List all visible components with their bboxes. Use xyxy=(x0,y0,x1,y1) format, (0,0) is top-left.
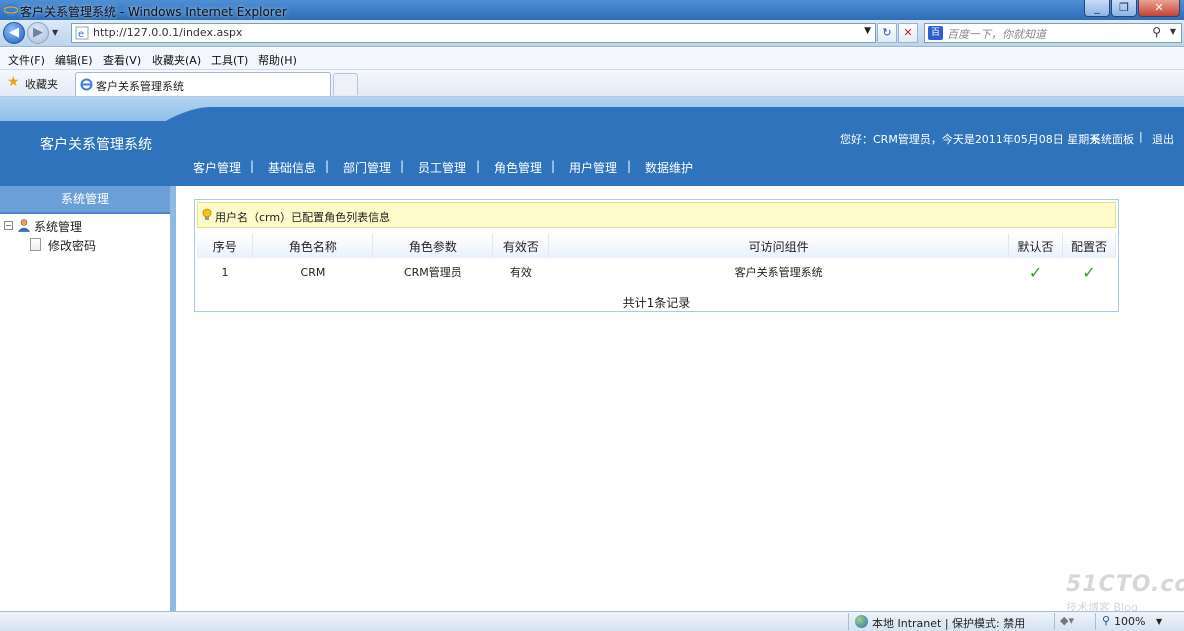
restore-button[interactable]: ❐ xyxy=(1111,0,1137,17)
ie-tab-icon xyxy=(80,78,93,91)
lightbulb-icon xyxy=(202,208,212,220)
menu-view[interactable]: 查看(V) xyxy=(103,52,141,68)
zoom-icon[interactable]: ⚲ xyxy=(1102,614,1110,627)
back-button[interactable]: ◀ xyxy=(3,22,25,44)
baidu-icon: 百 xyxy=(928,26,943,40)
menu-edit[interactable]: 编辑(E) xyxy=(55,52,93,68)
table-header-row: 序号 角色名称 角色参数 有效否 可访问组件 默认否 配置否 xyxy=(197,234,1116,258)
cell-valid: 有效 xyxy=(509,266,532,279)
col-role-param: 角色参数 xyxy=(372,234,494,258)
svg-text:e: e xyxy=(78,29,84,40)
nav-separator: | xyxy=(325,159,330,173)
refresh-button[interactable]: ↻ xyxy=(877,23,897,43)
favorites-button[interactable]: 收藏夹 xyxy=(25,76,58,92)
url-text[interactable]: http://127.0.0.1/index.aspx xyxy=(93,26,242,39)
panel-header: 用户名（crm）已配置角色列表信息 xyxy=(197,202,1116,228)
favorites-star-icon[interactable]: ★ xyxy=(7,74,20,90)
ie-logo-icon xyxy=(4,3,18,17)
new-tab-button[interactable] xyxy=(333,73,358,95)
panel-title: 用户名（crm）已配置角色列表信息 xyxy=(215,211,391,224)
cell-role-name: CRM xyxy=(300,265,326,279)
status-separator xyxy=(1054,613,1055,630)
user-greeting: 您好：CRM管理员，今天是2011年05月08日 星期天 xyxy=(840,133,1101,146)
menu-tools[interactable]: 工具(T) xyxy=(211,52,248,68)
search-input[interactable]: 百度一下，你就知道 xyxy=(947,26,1046,42)
search-box[interactable]: 百 百度一下，你就知道 ⚲ ▼ xyxy=(924,23,1182,43)
intranet-globe-icon xyxy=(855,615,868,628)
col-components: 可访问组件 xyxy=(548,234,1010,258)
menu-bar: 文件(F) 编辑(E) 查看(V) 收藏夹(A) 工具(T) 帮助(H) xyxy=(0,48,1184,70)
logout-link[interactable]: 退出 xyxy=(1152,131,1174,147)
col-index: 序号 xyxy=(197,234,254,258)
cell-components: 客户关系管理系统 xyxy=(734,266,823,279)
nav-department-management[interactable]: 部门管理 xyxy=(343,159,391,176)
user-icon xyxy=(17,219,31,232)
cell-default: ✓ xyxy=(1009,258,1063,286)
minimize-button[interactable]: _ xyxy=(1084,0,1110,17)
sidebar-collapse-handle-icon[interactable]: ◀ xyxy=(176,390,182,404)
menu-favorites[interactable]: 收藏夹(A) xyxy=(152,52,201,68)
nav-customer-management[interactable]: 客户管理 xyxy=(193,159,241,176)
nav-employee-management[interactable]: 员工管理 xyxy=(418,159,466,176)
nav-data-maintenance[interactable]: 数据维护 xyxy=(645,159,693,176)
col-default: 默认否 xyxy=(1008,234,1063,258)
app-header: 客户关系管理系统 您好：CRM管理员，今天是2011年05月08日 星期天 系统… xyxy=(0,97,1184,186)
nav-separator: | xyxy=(476,159,481,173)
search-icon[interactable]: ⚲ xyxy=(1152,25,1161,39)
header-separator: | xyxy=(1139,130,1143,143)
window-controls: _ ❐ ✕ xyxy=(1084,0,1180,17)
app-title: 客户关系管理系统 xyxy=(40,137,152,153)
role-list-panel: 用户名（crm）已配置角色列表信息 序号 角色名称 角色参数 有效否 可访问组件… xyxy=(194,199,1119,312)
address-bar[interactable]: e http://127.0.0.1/index.aspx ▼ xyxy=(71,23,876,43)
nav-separator: | xyxy=(551,159,556,173)
favorites-bar: ★ 收藏夹 客户关系管理系统 xyxy=(0,70,1184,97)
stop-button[interactable]: ✕ xyxy=(898,23,918,43)
watermark-logo: 51CTO.com xyxy=(1066,572,1184,597)
status-separator xyxy=(848,613,849,630)
window-titlebar: 客户关系管理系统 - Windows Internet Explorer _ ❐… xyxy=(0,0,1184,20)
address-dropdown-icon[interactable]: ▼ xyxy=(864,26,871,36)
close-button[interactable]: ✕ xyxy=(1138,0,1180,17)
sidebar: 系统管理 − 系统管理 修改密码 xyxy=(0,186,176,611)
nav-role-management[interactable]: 角色管理 xyxy=(494,159,542,176)
nav-separator: | xyxy=(250,159,255,173)
col-configured: 配置否 xyxy=(1062,234,1116,258)
forward-button[interactable]: ▶ xyxy=(27,22,49,44)
window-title: 客户关系管理系统 - Windows Internet Explorer xyxy=(20,5,287,19)
sidebar-title: 系统管理 xyxy=(0,186,170,214)
nav-user-management[interactable]: 用户管理 xyxy=(569,159,617,176)
security-zone[interactable]: 本地 Intranet | 保护模式: 禁用 xyxy=(872,615,1025,631)
zoom-level[interactable]: 100% xyxy=(1114,615,1145,628)
check-icon: ✓ xyxy=(1082,262,1096,282)
col-role-name: 角色名称 xyxy=(252,234,374,258)
search-dropdown-icon[interactable]: ▼ xyxy=(1170,27,1176,36)
tree-label-system-management[interactable]: 系统管理 xyxy=(34,218,82,235)
nav-separator: | xyxy=(627,159,632,173)
tree-label-change-password[interactable]: 修改密码 xyxy=(48,237,96,254)
ie-page-icon: e xyxy=(75,26,89,40)
zoom-dropdown-icon[interactable]: ▼ xyxy=(1156,617,1162,626)
check-icon: ✓ xyxy=(1028,262,1043,282)
record-count: 共计1条记录 xyxy=(622,296,691,310)
cell-configured: ✓ xyxy=(1063,258,1116,286)
role-table: 序号 角色名称 角色参数 有效否 可访问组件 默认否 配置否 1 CRM CRM… xyxy=(197,234,1116,286)
nav-separator: | xyxy=(400,159,405,173)
cell-role-param: CRM管理员 xyxy=(403,266,462,279)
menu-file[interactable]: 文件(F) xyxy=(8,52,45,68)
nav-basic-info[interactable]: 基础信息 xyxy=(268,159,316,176)
collapse-toggle-icon[interactable]: − xyxy=(4,221,13,230)
document-icon xyxy=(30,238,41,251)
tab-current[interactable]: 客户关系管理系统 xyxy=(75,72,331,96)
col-valid: 有效否 xyxy=(492,234,550,258)
status-bar: 本地 Intranet | 保护模式: 禁用 ◆▾ ⚲ 100% ▼ xyxy=(0,611,1184,631)
tab-title: 客户关系管理系统 xyxy=(96,80,184,93)
cell-index: 1 xyxy=(221,265,229,279)
protected-mode-icon[interactable]: ◆▾ xyxy=(1060,614,1074,627)
system-panel-link[interactable]: 系统面板 xyxy=(1090,131,1134,147)
browser-navbar: ◀ ▶ ▼ e http://127.0.0.1/index.aspx ▼ ↻ … xyxy=(0,20,1184,47)
table-row[interactable]: 1 CRM CRM管理员 有效 客户关系管理系统 ✓ ✓ xyxy=(197,258,1116,286)
status-separator xyxy=(1095,613,1096,630)
history-dropdown-icon[interactable]: ▼ xyxy=(52,28,58,37)
menu-help[interactable]: 帮助(H) xyxy=(258,52,297,68)
